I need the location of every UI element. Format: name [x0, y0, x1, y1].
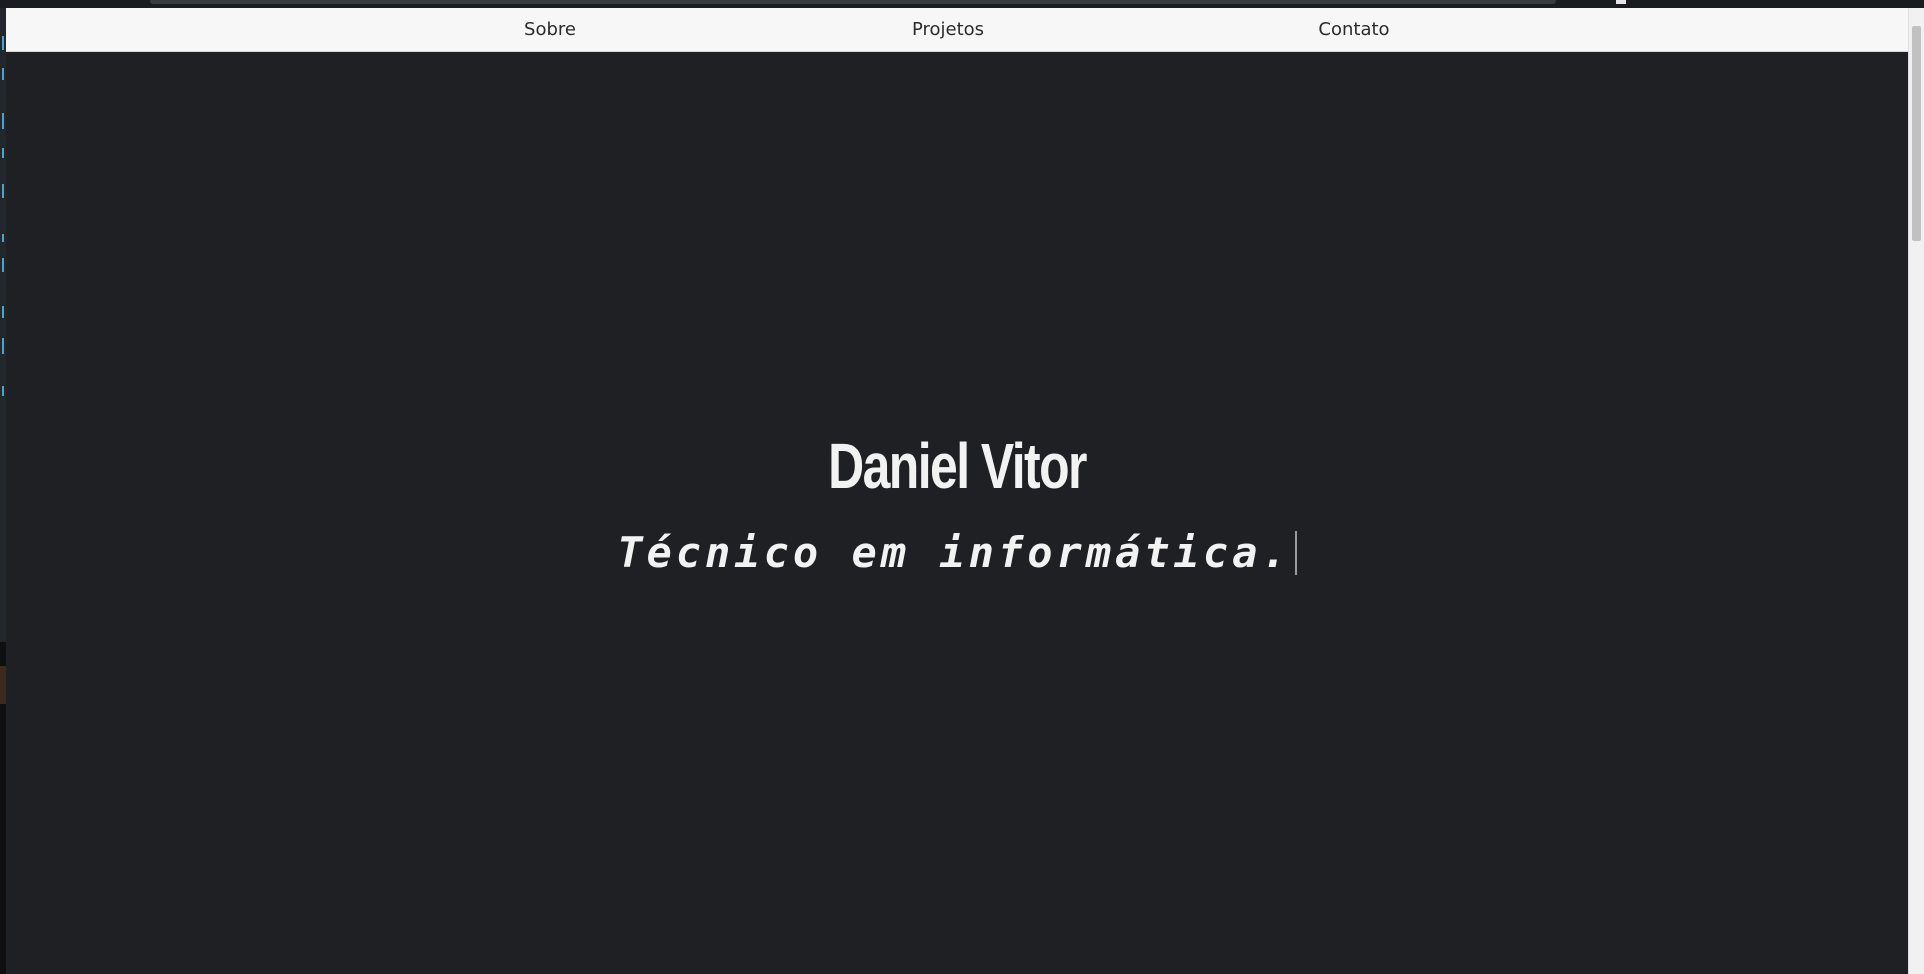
screen: Sobre Projetos Contato Daniel Vitor Técn… [0, 0, 1924, 974]
scrollbar-thumb[interactable] [1912, 26, 1921, 241]
hero-subtitle-line: Técnico em informática. [6, 531, 1908, 575]
background-code-mark [2, 234, 4, 242]
nav-link-contato[interactable]: Contato [1318, 19, 1389, 40]
background-window-top-edge [0, 0, 1924, 8]
background-code-mark [2, 148, 4, 158]
background-code-mark [2, 184, 4, 198]
background-code-mark [2, 68, 4, 80]
hero-title: Daniel Vitor [828, 430, 1087, 502]
nav-link-projetos[interactable]: Projetos [912, 19, 984, 40]
background-code-mark [2, 338, 4, 354]
web-page: Sobre Projetos Contato Daniel Vitor Técn… [6, 8, 1908, 974]
background-code-mark [2, 306, 4, 318]
background-code-mark [2, 386, 4, 396]
top-navbar: Sobre Projetos Contato [6, 8, 1908, 52]
hero-subtitle: Técnico em informática. [617, 528, 1291, 577]
page-scrollbar[interactable] [1908, 8, 1924, 974]
hero-section: Daniel Vitor Técnico em informática. [6, 52, 1908, 974]
text-caret-icon [1294, 531, 1297, 575]
background-code-mark [2, 258, 4, 272]
background-window-indicator [1616, 0, 1626, 4]
background-code-mark [2, 36, 4, 50]
background-code-mark [2, 113, 4, 129]
background-window-tab-strip [150, 0, 1556, 4]
nav-link-sobre[interactable]: Sobre [524, 19, 576, 40]
